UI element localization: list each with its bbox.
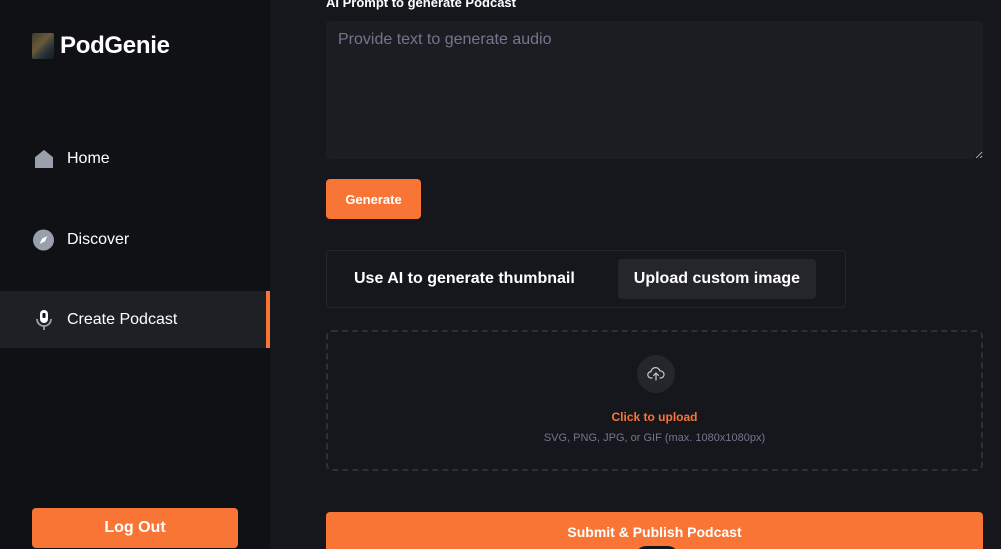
tab-upload-custom-image[interactable]: Upload custom image [617, 259, 817, 299]
brand-link[interactable]: PodGenie [32, 32, 170, 60]
upload-hint: SVG, PNG, JPG, or GIF (max. 1080x1080px) [543, 432, 766, 444]
submit-publish-button[interactable]: Submit & Publish Podcast [326, 512, 983, 549]
sidebar-item-home[interactable]: Home [0, 130, 270, 187]
home-icon [33, 148, 54, 169]
sidebar-item-label: Create Podcast [67, 310, 178, 328]
microphone-icon [33, 309, 54, 330]
generate-button[interactable]: Generate [326, 179, 421, 219]
tab-ai-thumbnail[interactable]: Use AI to generate thumbnail [337, 259, 592, 299]
create-podcast-form: AI Prompt to generate Podcast Generate U… [270, 0, 1001, 549]
sidebar-item-label: Discover [67, 230, 130, 248]
submit-label: Submit & Publish Podcast [567, 524, 742, 540]
compass-icon [33, 229, 54, 250]
sidebar: PodGenie Home Discover Create Podcast Lo… [0, 0, 270, 549]
app-name: PodGenie [60, 32, 170, 59]
prompt-textarea[interactable] [326, 21, 983, 159]
thumbnail-tabs: Use AI to generate thumbnail Upload cust… [326, 250, 846, 308]
sidebar-item-discover[interactable]: Discover [0, 211, 270, 268]
click-to-upload-link[interactable]: Click to upload [328, 410, 981, 424]
logout-button[interactable]: Log Out [32, 508, 238, 548]
sidebar-item-create-podcast[interactable]: Create Podcast [0, 291, 270, 348]
image-upload-dropzone[interactable]: Click to upload SVG, PNG, JPG, or GIF (m… [326, 330, 983, 471]
cloud-upload-icon [646, 364, 666, 384]
upload-icon-wrapper [637, 355, 675, 393]
sidebar-item-label: Home [67, 149, 110, 167]
prompt-label: AI Prompt to generate Podcast [326, 0, 516, 10]
app-logo [32, 33, 54, 59]
